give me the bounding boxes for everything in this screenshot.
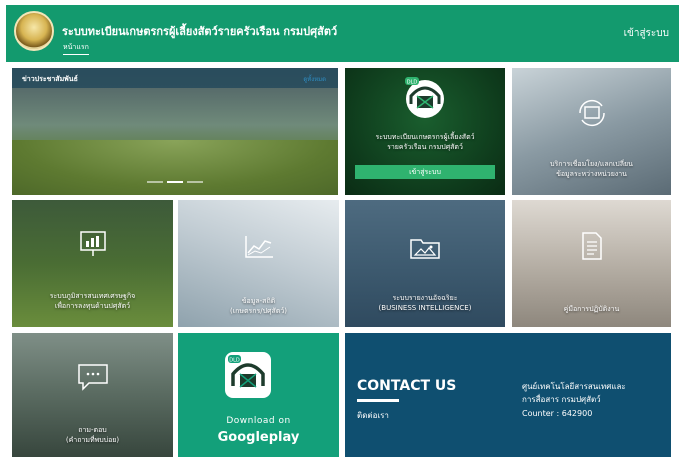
- contact-divider: [357, 399, 399, 402]
- exchange-label-line1: บริการเชื่อมโยง/แลกเปลี่ยน: [550, 160, 633, 168]
- app-icon[interactable]: DLD: [225, 352, 271, 398]
- dld-badge-text: DLD: [407, 80, 418, 86]
- sync-screen-icon: [578, 99, 605, 127]
- exchange-label-line2: ข้อมูลระหว่างหน่วยงาน: [556, 170, 627, 178]
- statistics-tile[interactable]: ข้อมูล-สถิติ (เกษตรกร/ปศุสัตว์): [178, 200, 339, 327]
- dld-barn-icon: DLD: [405, 77, 444, 118]
- register-login-button[interactable]: เข้าสู่ระบบ: [355, 165, 495, 179]
- contact-subtitle[interactable]: ติดต่อเรา: [357, 409, 389, 422]
- document-icon: [581, 232, 602, 260]
- register-label-line2: รายครัวเรือน กรมปศุสัตว์: [387, 143, 463, 151]
- statistics-label-line1: ข้อมูล-สถิติ: [241, 297, 276, 305]
- manual-label: คู่มือการปฏิบัติงาน: [563, 305, 620, 313]
- news-slide-image: [12, 140, 338, 195]
- download-on-text: Download on: [226, 416, 291, 426]
- operation-manual-tile[interactable]: คู่มือการปฏิบัติงาน: [512, 200, 671, 327]
- faq-label-line2: (คำถามที่พบบ่อย): [65, 436, 120, 444]
- news-title: ข่าวประชาสัมพันธ์: [22, 75, 78, 83]
- download-app-tile[interactable]: DLD Download on Googleplay: [178, 333, 339, 457]
- top-navbar: ระบบทะเบียนเกษตรกรผู้เลี้ยงสัตว์รายครัวเ…: [6, 5, 679, 62]
- contact-org-line1: ศูนย์เทคโนโลยีสารสนเทศและ: [522, 382, 626, 391]
- login-link[interactable]: เข้าสู่ระบบ: [624, 26, 669, 41]
- register-label-line1: ระบบทะเบียนเกษตรกรผู้เลี้ยงสัตว์: [375, 133, 475, 141]
- folder-image-icon: [410, 239, 440, 259]
- contact-org-line2: การสื่อสาร กรมปศุสัตว์: [522, 395, 601, 404]
- line-chart-icon: [244, 236, 273, 258]
- nav-home-link[interactable]: หน้าแรก: [63, 42, 89, 55]
- department-logo-icon[interactable]: [14, 11, 54, 51]
- carousel-dot-1[interactable]: [147, 181, 163, 183]
- download-badge-text: DLD: [229, 358, 240, 364]
- news-carousel[interactable]: ข่าวประชาสัมพันธ์ ดูทั้งหมด: [12, 68, 338, 195]
- economics-label-line2: เพื่อการลงทุนด้านปศุสัตว์: [54, 302, 131, 310]
- contact-title: CONTACT US: [357, 378, 457, 394]
- register-tile[interactable]: DLD ระบบทะเบียนเกษตรกรผู้เลี้ยงสัตว์ ราย…: [345, 68, 505, 195]
- bi-label-line2: (BUSINESS INTELLIGENCE): [378, 304, 472, 312]
- economics-gis-tile[interactable]: ระบบภูมิสารสนเทศเศรษฐกิจ เพื่อการลงทุนด้…: [12, 200, 173, 327]
- statistics-label-line2: (เกษตรกร/ปศุสัตว์): [229, 307, 287, 315]
- bar-chart-board-icon: [79, 231, 106, 256]
- contact-tile: CONTACT US ติดต่อเรา ศูนย์เทคโนโลยีสารสน…: [345, 333, 671, 457]
- site-title[interactable]: ระบบทะเบียนเกษตรกรผู้เลี้ยงสัตว์รายครัวเ…: [62, 22, 337, 40]
- carousel-dot-2[interactable]: [167, 181, 183, 183]
- data-exchange-tile[interactable]: บริการเชื่อมโยง/แลกเปลี่ยน ข้อมูลระหว่าง…: [512, 68, 671, 195]
- carousel-dot-3[interactable]: [187, 181, 203, 183]
- faq-tile[interactable]: ถาม-ตอบ (คำถามที่พบบ่อย): [12, 333, 173, 457]
- googleplay-text[interactable]: Googleplay: [178, 430, 339, 445]
- visitor-counter: Counter : 642900: [522, 409, 593, 418]
- dld-barn-icon: DLD: [228, 355, 265, 388]
- bi-label-line1: ระบบรายงานอัจฉริยะ: [392, 294, 458, 302]
- chat-bubble-icon: [77, 364, 108, 391]
- economics-label-line1: ระบบภูมิสารสนเทศเศรษฐกิจ: [49, 292, 136, 300]
- business-intelligence-tile[interactable]: ระบบรายงานอัจฉริยะ (BUSINESS INTELLIGENC…: [345, 200, 505, 327]
- news-view-all-link[interactable]: ดูทั้งหมด: [303, 74, 326, 84]
- faq-label-line1: ถาม-ตอบ: [78, 426, 107, 434]
